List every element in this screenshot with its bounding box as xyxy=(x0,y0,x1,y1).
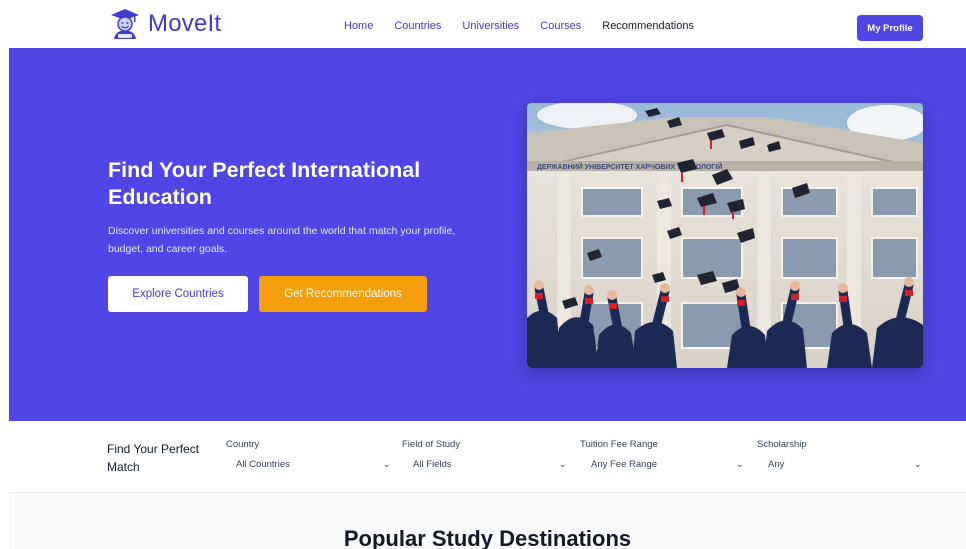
chevron-down-icon: ⌄ xyxy=(383,459,391,469)
nav-link-countries[interactable]: Countries xyxy=(394,20,441,32)
chevron-down-icon: ⌄ xyxy=(559,459,567,469)
hero-title: Find Your Perfect International Educatio… xyxy=(108,158,421,209)
filter-country: Country xyxy=(226,439,259,450)
nav-link-recommendations[interactable]: Recommendations xyxy=(602,20,694,32)
country-select[interactable]: All Countries ⌄ xyxy=(225,459,391,475)
main-nav: Home Countries Universities Courses Reco… xyxy=(344,20,715,32)
get-recommendations-button[interactable]: Get Recommendations xyxy=(259,276,427,312)
filter-scholarship-label: Scholarship xyxy=(757,439,807,450)
chevron-down-icon: ⌄ xyxy=(914,459,922,469)
search-filter-bar: Find Your Perfect Match Country All Coun… xyxy=(9,421,966,493)
nav-link-home[interactable]: Home xyxy=(344,20,373,32)
brand-name: MoveIt xyxy=(148,10,222,37)
filter-tuition-label: Tuition Fee Range xyxy=(580,439,658,450)
filter-tuition: Tuition Fee Range xyxy=(580,439,658,450)
field-of-study-select[interactable]: All Fields ⌄ xyxy=(402,459,568,475)
filter-field-label: Field of Study xyxy=(402,439,461,450)
top-navbar: MoveIt Home Countries Universities Cours… xyxy=(0,0,966,48)
nav-link-universities[interactable]: Universities xyxy=(462,20,519,32)
scholarship-select[interactable]: Any ⌄ xyxy=(757,459,927,475)
hero-subtitle: Discover universities and courses around… xyxy=(108,225,456,255)
tuition-fee-select[interactable]: Any Fee Range ⌄ xyxy=(580,459,746,475)
chevron-down-icon: ⌄ xyxy=(736,459,744,469)
country-select-value: All Countries xyxy=(236,459,290,470)
filter-scholarship: Scholarship xyxy=(757,439,807,450)
popular-destinations-section: Popular Study Destinations xyxy=(9,493,966,549)
filter-field-of-study: Field of Study xyxy=(402,439,460,450)
scholarship-select-value: Any xyxy=(768,459,785,470)
graduate-mascot-icon xyxy=(111,9,139,39)
tuition-select-value: Any Fee Range xyxy=(591,459,658,470)
field-select-value: All Fields xyxy=(413,459,452,470)
hero-section: Find Your Perfect International Educatio… xyxy=(9,48,966,421)
my-profile-button[interactable]: My Profile xyxy=(857,15,923,41)
explore-countries-button[interactable]: Explore Countries xyxy=(108,276,248,312)
filter-country-label: Country xyxy=(226,439,260,450)
brand-logo[interactable]: MoveIt xyxy=(110,8,221,40)
filter-title: Find Your Perfect Match xyxy=(107,442,200,474)
graduates-throwing-caps-photo: ДЕРЖАВНИЙ УНІВЕРСИТЕТ ХАРЧОВИХ ТЕХНОЛОГІ… xyxy=(527,103,923,368)
section-title: Popular Study Destinations xyxy=(343,526,632,549)
nav-link-courses[interactable]: Courses xyxy=(540,20,581,32)
